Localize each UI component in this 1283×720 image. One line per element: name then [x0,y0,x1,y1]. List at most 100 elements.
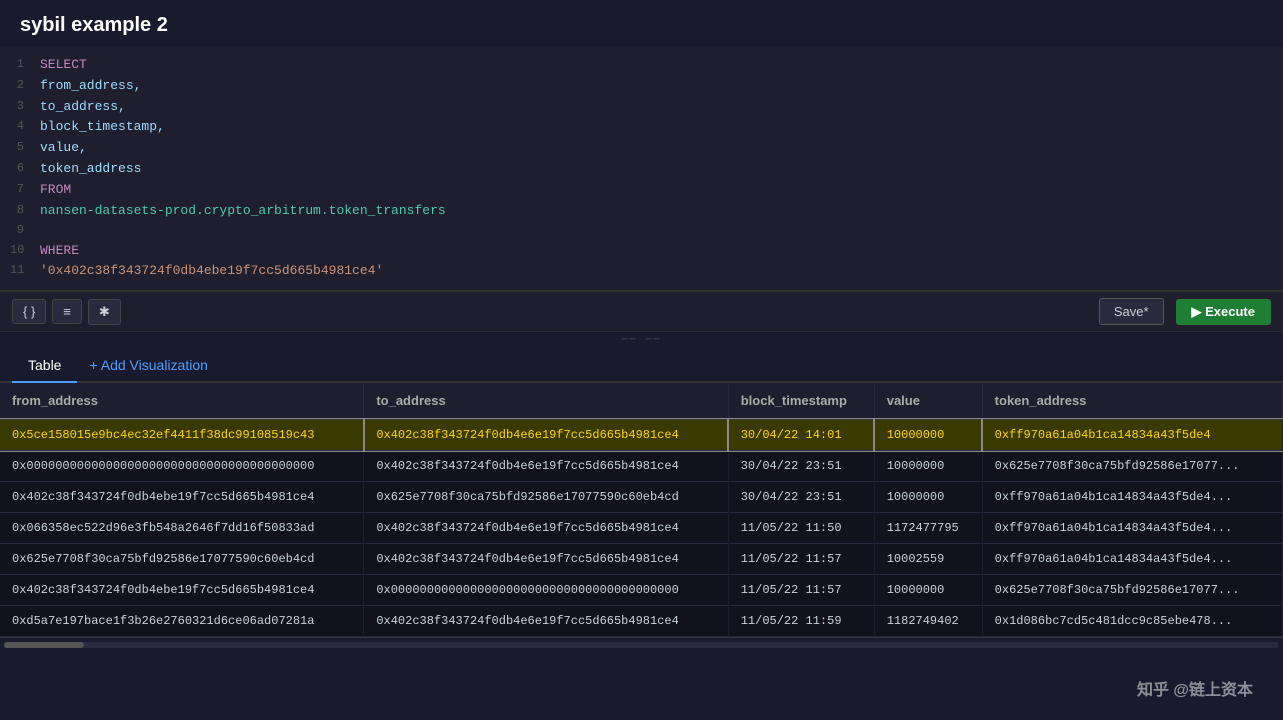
code-line: 2 from_address, [10,76,1273,97]
line-content: block_timestamp, [40,117,165,138]
code-line: 4 block_timestamp, [10,117,1273,138]
table-cell: 30/04/22 14:01 [728,419,874,451]
execute-button[interactable]: ▶ Execute [1176,299,1271,325]
toolbar: { } ≡ ✱ Save* ▶ Execute [0,291,1283,332]
code-line: 8 nansen-datasets-prod.crypto_arbitrum.t… [10,201,1273,222]
line-content: to_address, [40,97,126,118]
line-content: from_address, [40,76,141,97]
table-cell: 0xff970a61a04b1ca14834a43f5de4... [982,544,1282,575]
code-line: 3 to_address, [10,97,1273,118]
data-table: from_address to_address block_timestamp … [0,383,1283,637]
code-line: 9 [10,221,1273,240]
col-from-address: from_address [0,383,364,419]
table-cell: 1182749402 [874,606,982,637]
table-cell: 0xd5a7e197bace1f3b26e2760321d6ce06ad0728… [0,606,364,637]
line-content: WHERE [40,241,79,262]
table-cell: 11/05/22 11:57 [728,544,874,575]
table-row[interactable]: 0x066358ec522d96e3fb548a2646f7dd16f50833… [0,513,1283,544]
table-cell: 1172477795 [874,513,982,544]
table-row[interactable]: 0x402c38f343724f0db4ebe19f7cc5d665b4981c… [0,482,1283,513]
line-number: 2 [10,76,40,95]
add-visualization-button[interactable]: + Add Visualization [77,349,219,381]
table-cell: 0x402c38f343724f0db4e6e19f7cc5d665b4981c… [364,419,728,451]
line-content: SELECT [40,55,87,76]
line-number: 6 [10,159,40,178]
code-area: 1SELECT2 from_address,3 to_address,4 blo… [0,55,1283,282]
tab-table[interactable]: Table [12,349,77,383]
results-tabs: Table + Add Visualization [0,349,1283,383]
code-line: 7FROM [10,180,1273,201]
table-cell: 0x402c38f343724f0db4e6e19f7cc5d665b4981c… [364,606,728,637]
col-block-timestamp: block_timestamp [728,383,874,419]
save-button[interactable]: Save* [1099,298,1164,325]
line-number: 9 [10,221,40,240]
code-editor[interactable]: 1SELECT2 from_address,3 to_address,4 blo… [0,47,1283,291]
watermark: 知乎 @链上资本 [1137,676,1253,700]
table-cell: 0x00000000000000000000000000000000000000… [364,575,728,606]
col-value: value [874,383,982,419]
table-cell: 0x00000000000000000000000000000000000000… [0,451,364,482]
table-cell: 0x5ce158015e9bc4ec32ef4411f38dc99108519c… [0,419,364,451]
data-table-container[interactable]: from_address to_address block_timestamp … [0,383,1283,637]
line-content: FROM [40,180,71,201]
table-cell: 10000000 [874,482,982,513]
line-number: 5 [10,138,40,157]
table-cell: 0x625e7708f30ca75bfd92586e17077590c60eb4… [0,544,364,575]
line-number: 3 [10,97,40,116]
table-cell: 10000000 [874,451,982,482]
table-row[interactable]: 0x00000000000000000000000000000000000000… [0,451,1283,482]
code-line: 1SELECT [10,55,1273,76]
table-cell: 0x625e7708f30ca75bfd92586e17077... [982,575,1282,606]
table-cell: 0x402c38f343724f0db4ebe19f7cc5d665b4981c… [0,575,364,606]
table-row[interactable]: 0xd5a7e197bace1f3b26e2760321d6ce06ad0728… [0,606,1283,637]
results-section: Table + Add Visualization from_address t… [0,349,1283,651]
horizontal-scrollbar[interactable] [0,637,1283,651]
table-view-button[interactable]: ≡ [52,299,82,324]
table-row[interactable]: 0x625e7708f30ca75bfd92586e17077590c60eb4… [0,544,1283,575]
json-view-button[interactable]: { } [12,299,46,324]
table-cell: 10000000 [874,575,982,606]
table-row[interactable]: 0x402c38f343724f0db4ebe19f7cc5d665b4981c… [0,575,1283,606]
col-to-address: to_address [364,383,728,419]
table-cell: 10000000 [874,419,982,451]
table-cell: 0xff970a61a04b1ca14834a43f5de4 [982,419,1282,451]
scrollbar-track [4,642,1279,648]
table-cell: 0x402c38f343724f0db4ebe19f7cc5d665b4981c… [0,482,364,513]
page-title: sybil example 2 [0,0,1283,47]
code-line: 6 token_address [10,159,1273,180]
chart-view-button[interactable]: ✱ [88,299,121,325]
line-number: 7 [10,180,40,199]
line-content: value, [40,138,87,159]
code-line: 5 value, [10,138,1273,159]
table-cell: 11/05/22 11:50 [728,513,874,544]
line-number: 10 [10,241,40,260]
line-number: 11 [10,261,40,280]
table-cell: 30/04/22 23:51 [728,482,874,513]
scrollbar-thumb[interactable] [4,642,84,648]
code-line: 10WHERE [10,241,1273,262]
table-cell: 0x066358ec522d96e3fb548a2646f7dd16f50833… [0,513,364,544]
line-number: 4 [10,117,40,136]
table-cell: 11/05/22 11:59 [728,606,874,637]
line-content: token_address [40,159,141,180]
table-cell: 0xff970a61a04b1ca14834a43f5de4... [982,482,1282,513]
line-number: 8 [10,201,40,220]
table-cell: 0x402c38f343724f0db4e6e19f7cc5d665b4981c… [364,451,728,482]
table-cell: 0x402c38f343724f0db4e6e19f7cc5d665b4981c… [364,513,728,544]
table-header: from_address to_address block_timestamp … [0,383,1283,419]
table-cell: 0x625e7708f30ca75bfd92586e17077... [982,451,1282,482]
line-content: '0x402c38f343724f0db4ebe19f7cc5d665b4981… [40,261,383,282]
code-line: 11 '0x402c38f343724f0db4ebe19f7cc5d665b4… [10,261,1273,282]
table-cell: 0x402c38f343724f0db4e6e19f7cc5d665b4981c… [364,544,728,575]
col-token-address: token_address [982,383,1282,419]
table-cell: 0xff970a61a04b1ca14834a43f5de4... [982,513,1282,544]
line-content: nansen-datasets-prod.crypto_arbitrum.tok… [40,201,446,222]
table-body: 0x5ce158015e9bc4ec32ef4411f38dc99108519c… [0,419,1283,637]
table-cell: 0x625e7708f30ca75bfd92586e17077590c60eb4… [364,482,728,513]
divider-handle[interactable]: ── ── [0,332,1283,349]
table-row[interactable]: 0x5ce158015e9bc4ec32ef4411f38dc99108519c… [0,419,1283,451]
table-cell: 0x1d086bc7cd5c481dcc9c85ebe478... [982,606,1282,637]
table-cell: 30/04/22 23:51 [728,451,874,482]
table-cell: 10002559 [874,544,982,575]
line-number: 1 [10,55,40,74]
